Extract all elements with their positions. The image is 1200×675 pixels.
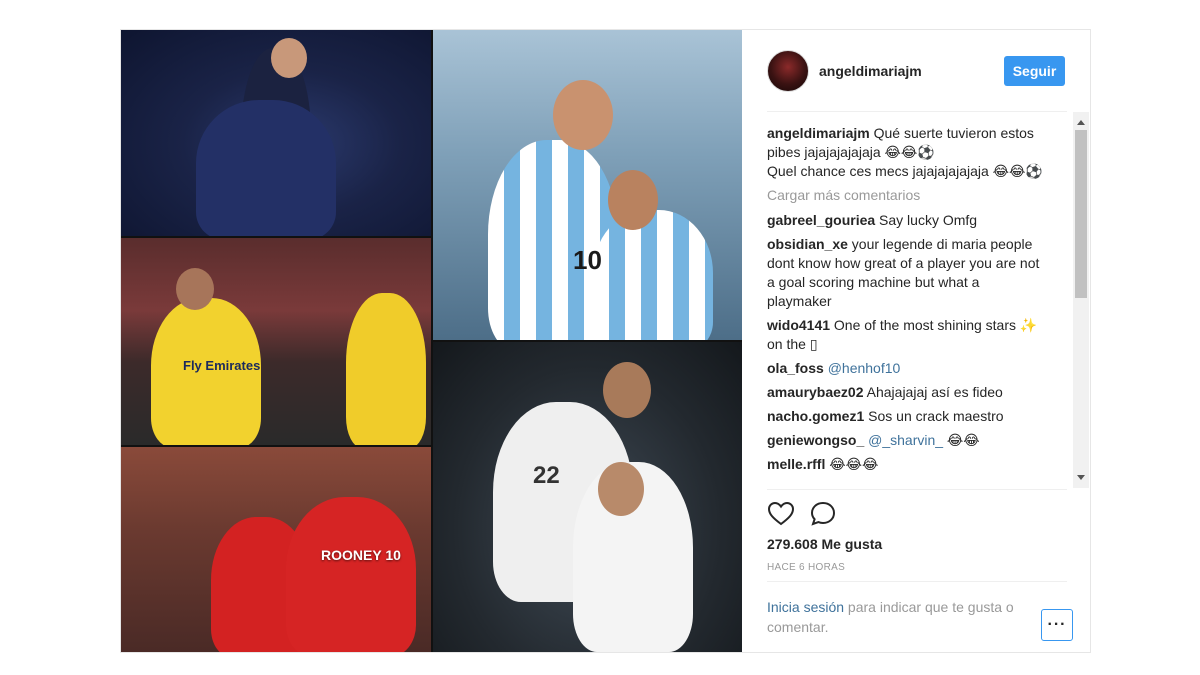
like-count[interactable]: 279.608 Me gusta	[767, 536, 882, 552]
photo-psg-celebration	[121, 30, 431, 236]
photo-man-utd-rooney: ROONEY 10	[121, 447, 431, 652]
comment-item: nacho.gomez1 Sos un crack maestro	[767, 407, 1043, 426]
comment-text: Say lucky Omfg	[875, 212, 978, 228]
comment-text: Sos un crack maestro	[864, 408, 1004, 424]
comments-panel[interactable]: angeldimariajm Qué suerte tuvieron estos…	[767, 112, 1077, 488]
comment-username[interactable]: melle.rffl	[767, 456, 825, 472]
comment-username[interactable]: wido4141	[767, 317, 830, 333]
comment-username[interactable]: geniewongso_	[767, 432, 864, 448]
post-timestamp: HACE 6 HORAS	[767, 562, 846, 573]
instagram-post: Fly Emirates ROONEY 10 10 22 angeldimari…	[120, 29, 1091, 653]
player-head	[608, 170, 658, 230]
comment-bubble-icon[interactable]	[809, 500, 837, 528]
scrollbar-thumb[interactable]	[1075, 130, 1087, 298]
caption-username[interactable]: angeldimariajm	[767, 125, 870, 141]
player-figure	[196, 100, 336, 236]
divider	[767, 489, 1067, 490]
scroll-down-arrow-icon[interactable]	[1077, 475, 1085, 480]
comment-username[interactable]: gabreel_gouriea	[767, 212, 875, 228]
player-figure	[286, 497, 416, 652]
player-head	[598, 462, 644, 516]
comment-item: amaurybaez02 Ahajajajaj así es fideo	[767, 383, 1043, 402]
jersey-text: 10	[573, 245, 602, 275]
jersey-text: Fly Emirates	[183, 358, 261, 373]
divider	[767, 581, 1067, 582]
comment-list: angeldimariajm Qué suerte tuvieron estos…	[767, 124, 1043, 479]
more-options-button[interactable]: ···	[1041, 609, 1073, 641]
login-link[interactable]: Inicia sesión	[767, 599, 844, 615]
caption-text-line2: Quel chance ces mecs jajajajajajaja 😂😂⚽	[767, 163, 1043, 179]
comment-username[interactable]: nacho.gomez1	[767, 408, 864, 424]
player-head	[603, 362, 651, 418]
comment-text-suffix: 😂😂	[943, 432, 980, 448]
comment-item: obsidian_xe your legende di maria people…	[767, 235, 1043, 311]
post-sidebar: angeldimariajm Seguir angeldimariajm Qué…	[743, 30, 1091, 652]
caption: angeldimariajm Qué suerte tuvieron estos…	[767, 124, 1043, 181]
comment-username[interactable]: amaurybaez02	[767, 384, 864, 400]
scroll-up-arrow-icon[interactable]	[1077, 120, 1085, 125]
comment-item: gabreel_gouriea Say lucky Omfg	[767, 211, 1043, 230]
player-head	[553, 80, 613, 150]
post-header: angeldimariajm Seguir	[767, 50, 1067, 94]
comment-item: wido4141 One of the most shining stars ✨…	[767, 316, 1043, 354]
comment-username[interactable]: obsidian_xe	[767, 236, 848, 252]
avatar[interactable]	[767, 50, 809, 92]
username-link[interactable]: angeldimariajm	[819, 63, 922, 79]
comment-text: Ahajajajaj así es fideo	[863, 384, 1003, 400]
player-head	[176, 268, 214, 310]
mention-link[interactable]: @_sharvin_	[868, 432, 943, 448]
comment-text: 😂😂😂	[825, 456, 879, 472]
comment-item: geniewongso_ @_sharvin_ 😂😂	[767, 431, 1043, 450]
photo-psg-neymar: Fly Emirates	[121, 238, 431, 445]
comment-username[interactable]: ola_foss	[767, 360, 824, 376]
comment-item: melle.rffl 😂😂😂	[767, 455, 1043, 474]
player-head	[271, 38, 307, 78]
photo-argentina-messi: 10	[433, 30, 742, 340]
comment-item: ola_foss @henhof10	[767, 359, 1043, 378]
login-prompt: Inicia sesión para indicar que te gusta …	[767, 597, 1037, 637]
player-figure	[593, 210, 713, 340]
follow-button[interactable]: Seguir	[1004, 56, 1065, 86]
photo-real-madrid-ronaldo: 22	[433, 342, 742, 652]
jersey-text: ROONEY 10	[321, 547, 401, 563]
mention-link[interactable]: @henhof10	[828, 360, 901, 376]
comments-scrollbar[interactable]	[1073, 112, 1089, 488]
post-photo-collage[interactable]: Fly Emirates ROONEY 10 10 22	[121, 30, 742, 652]
jersey-text: 22	[533, 462, 560, 489]
player-figure	[346, 293, 426, 445]
heart-icon[interactable]	[767, 500, 795, 528]
load-more-comments-link[interactable]: Cargar más comentarios	[767, 186, 1043, 205]
post-actions	[767, 500, 867, 530]
